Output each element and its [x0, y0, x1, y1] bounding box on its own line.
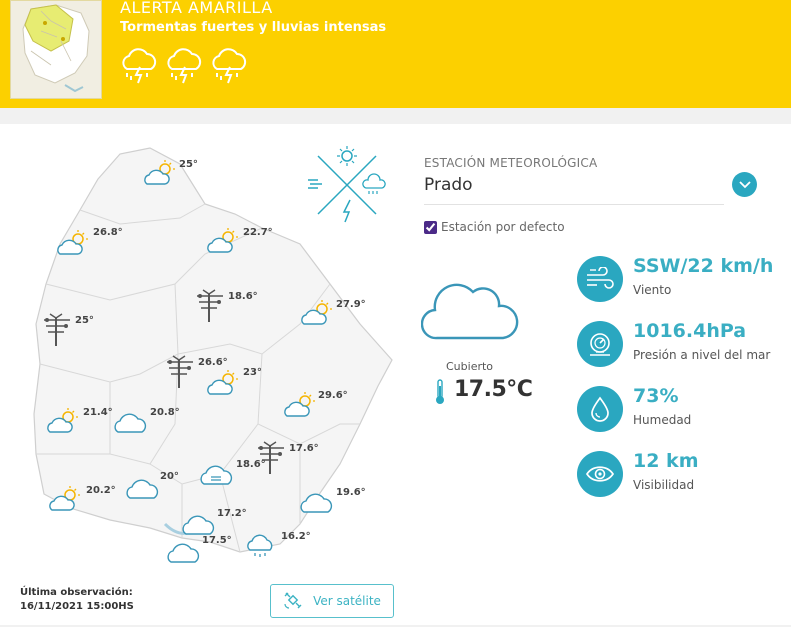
last-observation-value: 16/11/2021 15:00HS	[20, 601, 134, 612]
metric-label: Humedad	[633, 413, 692, 427]
overcast-cloud-icon	[420, 272, 521, 348]
metric-label: Presión a nivel del mar	[633, 348, 771, 362]
current-temperature: 17.5°C	[454, 377, 533, 402]
wind-icon	[577, 256, 623, 302]
station-temp-label: 20.2°	[86, 485, 116, 496]
alert-map-graphic	[11, 1, 101, 98]
water-drop-icon	[577, 386, 623, 432]
alert-title: ALERTA AMARILLA	[120, 0, 273, 17]
station-temp-label: 17.2°	[217, 508, 247, 519]
station-temp-label: 21.4°	[83, 407, 113, 418]
wind-tower-icon[interactable]	[195, 288, 225, 328]
default-station-toggle[interactable]: Estación por defecto	[424, 220, 565, 234]
metric-value: 12 km	[633, 450, 699, 472]
default-station-checkbox[interactable]	[424, 220, 437, 234]
station-temp-label: 22.7°	[243, 227, 273, 238]
station-temp-label: 26.6°	[198, 357, 228, 368]
metric-label: Viento	[633, 283, 672, 297]
partly-cloudy-icon[interactable]	[56, 230, 90, 260]
station-temp-label: 18.6°	[228, 291, 258, 302]
cloud-icon[interactable]	[300, 488, 334, 518]
station-caption: ESTACIÓN METEOROLÓGICA	[424, 156, 598, 170]
partly-cloudy-icon[interactable]	[48, 486, 82, 516]
metric-value: 73%	[633, 385, 679, 407]
station-temp-label: 25°	[179, 159, 198, 170]
default-station-label: Estación por defecto	[441, 220, 565, 234]
station-temp-label: 18.6°	[236, 459, 266, 470]
station-temp-label: 26.8°	[93, 227, 123, 238]
partly-cloudy-icon[interactable]	[283, 392, 317, 422]
weather-card: 25° 26.8° 22.7° 25° 18.6° 27.9° 26.6° 23…	[0, 124, 791, 625]
last-observation-label: Última observación:	[20, 587, 133, 598]
pressure-gauge-icon	[577, 321, 623, 367]
station-temp-label: 17.6°	[289, 443, 319, 454]
cloud-icon[interactable]	[114, 408, 148, 438]
satellite-button-label: Ver satélite	[313, 594, 381, 608]
station-temp-label: 29.6°	[318, 390, 348, 401]
station-temp-label: 23°	[243, 367, 262, 378]
thunderstorm-icon	[209, 45, 248, 87]
metric-humidity: 73% Humedad	[577, 385, 787, 434]
station-temp-label: 20.8°	[150, 407, 180, 418]
alert-banner[interactable]: ALERTA AMARILLA Tormentas fuertes y lluv…	[0, 0, 791, 108]
station-temp-label: 27.9°	[336, 299, 366, 310]
alert-thumbnail-map[interactable]	[10, 0, 102, 99]
station-dropdown-button[interactable]	[732, 172, 757, 197]
metric-wind: SSW/22 km/h Viento	[577, 255, 787, 304]
satellite-button[interactable]: Ver satélite	[270, 584, 394, 618]
station-temp-label: 19.6°	[336, 487, 366, 498]
cloud-icon[interactable]	[167, 538, 201, 568]
partly-cloudy-icon[interactable]	[206, 228, 240, 258]
metric-label: Visibilidad	[633, 478, 695, 492]
alert-icons-row	[119, 45, 248, 87]
station-select[interactable]: Prado	[424, 170, 724, 205]
station-temp-label: 17.5°	[202, 535, 232, 546]
alert-subtitle: Tormentas fuertes y lluvias intensas	[120, 20, 387, 35]
metric-pressure: 1016.4hPa Presión a nivel del mar	[577, 320, 787, 369]
partly-cloudy-icon[interactable]	[46, 408, 80, 438]
metric-value: 1016.4hPa	[633, 320, 747, 342]
partly-cloudy-icon[interactable]	[206, 370, 240, 400]
stations-map[interactable]: 25° 26.8° 22.7° 25° 18.6° 27.9° 26.6° 23…	[0, 124, 410, 625]
metric-value: SSW/22 km/h	[633, 255, 774, 277]
station-name: Prado	[424, 175, 473, 195]
station-temp-label: 20°	[160, 471, 179, 482]
thermometer-icon	[434, 378, 446, 410]
metric-visibility: 12 km Visibilidad	[577, 450, 787, 499]
chevron-down-icon	[738, 180, 751, 188]
satellite-icon	[283, 590, 303, 613]
eye-icon	[577, 451, 623, 497]
rain-cloud-icon[interactable]	[246, 532, 280, 564]
cloud-icon[interactable]	[126, 474, 160, 504]
wind-tower-icon[interactable]	[42, 312, 72, 352]
fog-icon[interactable]	[200, 460, 234, 490]
thunderstorm-icon	[164, 45, 203, 87]
legend-symbol-icon	[306, 144, 388, 230]
station-temp-label: 25°	[75, 315, 94, 326]
current-condition: Cubierto	[446, 360, 494, 373]
thunderstorm-icon	[119, 45, 158, 87]
partly-cloudy-icon[interactable]	[300, 300, 334, 330]
last-observation: Última observación: 16/11/2021 15:00HS	[20, 586, 134, 614]
partly-cloudy-icon[interactable]	[143, 160, 177, 190]
station-temp-label: 16.2°	[281, 531, 311, 542]
wind-tower-icon[interactable]	[165, 354, 195, 394]
